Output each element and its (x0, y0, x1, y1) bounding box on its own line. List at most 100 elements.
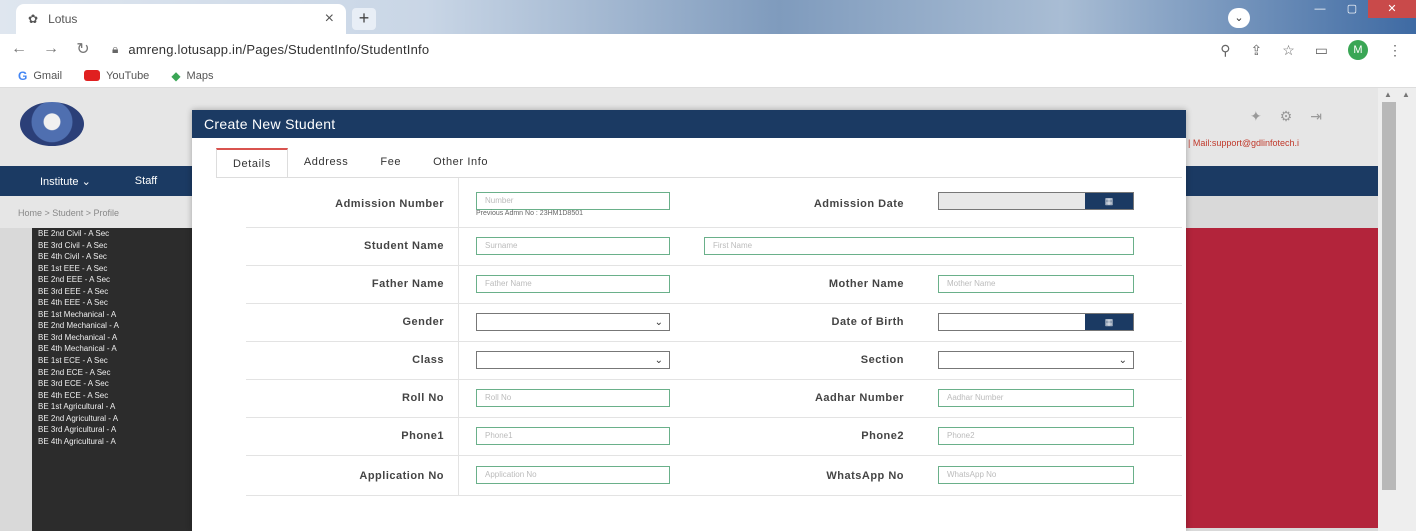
scroll-up-icon[interactable]: ▲ (1384, 90, 1392, 99)
admission-number-input[interactable]: Number (476, 192, 670, 210)
settings-icon[interactable]: ⚙ (1280, 108, 1311, 124)
gender-label: Gender (402, 316, 444, 328)
class-list-item[interactable]: BE 1st ECE - A Sec (32, 355, 192, 367)
phone1-label: Phone1 (401, 430, 444, 442)
whatsapp-no-input[interactable]: WhatsApp No (938, 466, 1134, 484)
close-window-icon[interactable]: ✕ (1368, 0, 1416, 18)
logout-icon[interactable]: ⇥ (1310, 108, 1340, 124)
class-list-item[interactable]: BE 1st Mechanical - A (32, 309, 192, 321)
form-row: Gender ⌄ Date of Birth ▦ (246, 304, 1182, 342)
section-label: Section (860, 354, 904, 366)
lock-icon[interactable]: 🔒︎ (112, 42, 118, 57)
breadcrumb: Home > Student > Profile (0, 196, 200, 228)
google-icon: G (18, 68, 28, 83)
application-no-input[interactable]: Application No (476, 466, 670, 484)
profile-avatar[interactable]: M (1348, 40, 1368, 60)
address-bar: ← → ↻ 🔒︎ amreng.lotusapp.in/Pages/Studen… (0, 34, 1416, 64)
browser-tab-bar: ✿ Lotus × + ⌄ — ▢ ✕ (0, 0, 1416, 34)
bookmark-maps[interactable]: ◆ Maps (171, 69, 213, 83)
class-list-item[interactable]: BE 3rd ECE - A Sec (32, 378, 192, 390)
sidepanel-icon[interactable]: ▭ (1315, 42, 1328, 59)
tab-other-info[interactable]: Other Info (417, 148, 504, 178)
form-row: Phone1 Phone1 Phone2 Phone2 (246, 418, 1182, 456)
window-controls: — ▢ ✕ (1304, 0, 1416, 18)
class-list-item[interactable]: BE 3rd Civil - A Sec (32, 240, 192, 252)
father-name-label: Father Name (371, 278, 444, 290)
class-select[interactable]: ⌄ (476, 351, 670, 369)
class-list-item[interactable]: BE 2nd Mechanical - A (32, 320, 192, 332)
header-contact: | Mail:support@gdlinfotech.i (1188, 138, 1300, 148)
father-name-input[interactable]: Father Name (476, 275, 670, 293)
form-row: Class ⌄ Section ⌄ (246, 342, 1182, 380)
mother-name-input[interactable]: Mother Name (938, 275, 1134, 293)
calendar-icon[interactable]: ▦ (1085, 193, 1133, 209)
class-list-item[interactable]: BE 4th Agricultural - A (32, 436, 192, 448)
class-list-item[interactable]: BE 4th Civil - A Sec (32, 251, 192, 263)
zoom-icon[interactable]: ⚲ (1220, 42, 1230, 59)
class-list-item[interactable]: BE 1st Agricultural - A (32, 401, 192, 413)
class-list-item[interactable]: BE 2nd ECE - A Sec (32, 367, 192, 379)
roll-no-label: Roll No (402, 392, 444, 404)
calendar-icon[interactable]: ▦ (1085, 314, 1133, 330)
class-list-item[interactable]: BE 4th Mechanical - A (32, 343, 192, 355)
admission-date-label: Admission Date (813, 198, 904, 210)
admission-date-input[interactable]: ▦ (938, 192, 1134, 210)
aadhar-number-input[interactable]: Aadhar Number (938, 389, 1134, 407)
student-form: Admission Number Number Previous Admn No… (246, 178, 1182, 496)
roll-no-input[interactable]: Roll No (476, 389, 670, 407)
class-list-item[interactable]: BE 4th EEE - A Sec (32, 297, 192, 309)
url-field[interactable]: amreng.lotusapp.in/Pages/StudentInfo/Stu… (128, 42, 429, 57)
first-name-input[interactable]: First Name (704, 237, 1134, 255)
nav-staff[interactable]: Staff (135, 175, 157, 187)
modal-tabs: Details Address Fee Other Info (216, 148, 504, 178)
minimize-icon[interactable]: — (1304, 0, 1336, 18)
class-list-item[interactable]: BE 3rd Mechanical - A (32, 332, 192, 344)
youtube-icon (84, 70, 101, 81)
maps-icon: ◆ (171, 68, 181, 83)
reload-icon[interactable]: ↻ (72, 39, 94, 59)
class-list-item[interactable]: BE 3rd EEE - A Sec (32, 286, 192, 298)
tab-fee[interactable]: Fee (364, 148, 417, 178)
share-icon[interactable]: ⇪ (1250, 42, 1262, 59)
phone2-label: Phone2 (861, 430, 904, 442)
section-select[interactable]: ⌄ (938, 351, 1134, 369)
back-icon[interactable]: ← (8, 40, 30, 58)
tab-details[interactable]: Details (216, 148, 288, 178)
pin-icon[interactable]: ✦ (1250, 108, 1280, 124)
class-list-item[interactable]: BE 2nd EEE - A Sec (32, 274, 192, 286)
browser-tab[interactable]: ✿ Lotus × (16, 4, 346, 34)
scroll-thumb[interactable] (1382, 102, 1396, 490)
date-of-birth-input[interactable]: ▦ (938, 313, 1134, 331)
tab-address[interactable]: Address (288, 148, 365, 178)
forward-icon[interactable]: → (40, 40, 62, 58)
form-row: Father Name Father Name Mother Name Moth… (246, 266, 1182, 304)
tab-search-icon[interactable]: ⌄ (1228, 8, 1250, 28)
phone2-input[interactable]: Phone2 (938, 427, 1134, 445)
header-icons: ✦⚙⇥ (1250, 108, 1340, 125)
bookmark-youtube[interactable]: YouTube (84, 70, 149, 82)
phone1-input[interactable]: Phone1 (476, 427, 670, 445)
menu-icon[interactable]: ⋮ (1388, 42, 1402, 59)
gender-select[interactable]: ⌄ (476, 313, 670, 331)
form-row: Student Name Surname First Name (246, 228, 1182, 266)
form-row: Roll No Roll No Aadhar Number Aadhar Num… (246, 380, 1182, 418)
page-scrollbar[interactable]: ▲ ▲ (1378, 88, 1416, 531)
nav-institute[interactable]: Institute ⌄ (40, 175, 91, 188)
class-list-item[interactable]: BE 1st EEE - A Sec (32, 263, 192, 275)
bookmarks-bar: G Gmail YouTube ◆ Maps (0, 64, 1416, 88)
surname-input[interactable]: Surname (476, 237, 670, 255)
bookmark-star-icon[interactable]: ☆ (1282, 42, 1295, 59)
maximize-icon[interactable]: ▢ (1336, 0, 1368, 18)
modal-title: Create New Student (192, 110, 1186, 138)
bookmark-gmail[interactable]: G Gmail (18, 69, 62, 83)
class-list-item[interactable]: BE 2nd Agricultural - A (32, 413, 192, 425)
mother-name-label: Mother Name (828, 278, 904, 290)
class-list-item[interactable]: BE 4th ECE - A Sec (32, 390, 192, 402)
close-tab-icon[interactable]: × (325, 10, 334, 28)
new-tab-button[interactable]: + (352, 8, 376, 30)
scroll-up-icon-2[interactable]: ▲ (1402, 90, 1410, 99)
class-list-item[interactable]: BE 3rd Agricultural - A (32, 424, 192, 436)
student-name-label: Student Name (364, 240, 444, 252)
class-list: BE 2nd Civil - A Sec BE 3rd Civil - A Sec… (32, 228, 192, 531)
class-list-item[interactable]: BE 2nd Civil - A Sec (32, 228, 192, 240)
